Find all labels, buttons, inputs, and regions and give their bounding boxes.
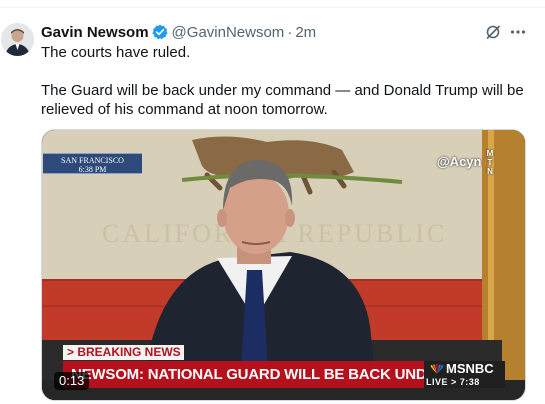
network-logo: MSNBC [430, 362, 494, 377]
location-time: 6:38 PM [78, 165, 107, 174]
avatar[interactable] [1, 23, 34, 56]
tweet-text-line-1: The courts have ruled. [41, 44, 191, 61]
network-name: MSNBC [446, 361, 494, 376]
tweet-header: Gavin Newsom @GavinNewsom · 2m [41, 22, 316, 42]
author-handle[interactable]: @GavinNewsom [172, 24, 285, 41]
more-dots-icon[interactable] [509, 23, 527, 41]
location-badge: SAN FRANCISCO 6:38 PM [43, 153, 142, 174]
top-divider [0, 7, 545, 8]
news-chyron: NEWSOM: NATIONAL GUARD WILL BE BACK UNDE… [63, 361, 443, 388]
tweet-text: The courts have ruled. The Guard will be… [41, 43, 531, 119]
video-duration: 0:13 [54, 372, 90, 390]
author-name[interactable]: Gavin Newsom [41, 24, 149, 41]
breaking-news-label: > BREAKING NEWS [63, 345, 184, 360]
grok-icon[interactable] [484, 23, 502, 41]
peacock-icon [430, 363, 444, 377]
verified-badge-icon [151, 24, 168, 40]
location-city: SAN FRANCISCO [61, 156, 124, 165]
watermark-tag: MTN [486, 149, 494, 176]
separator-dot: · [287, 23, 293, 41]
tweet-text-line-2: The Guard will be back under my command … [41, 82, 524, 118]
live-indicator: LIVE > 7:38 [426, 377, 480, 387]
timestamp[interactable]: 2m [295, 24, 316, 41]
video-player[interactable]: CALIFORNIA REPUBLIC SAN FRANCISCO 6:38 P… [41, 129, 526, 401]
watermark-handle: @Acyn [437, 154, 482, 169]
